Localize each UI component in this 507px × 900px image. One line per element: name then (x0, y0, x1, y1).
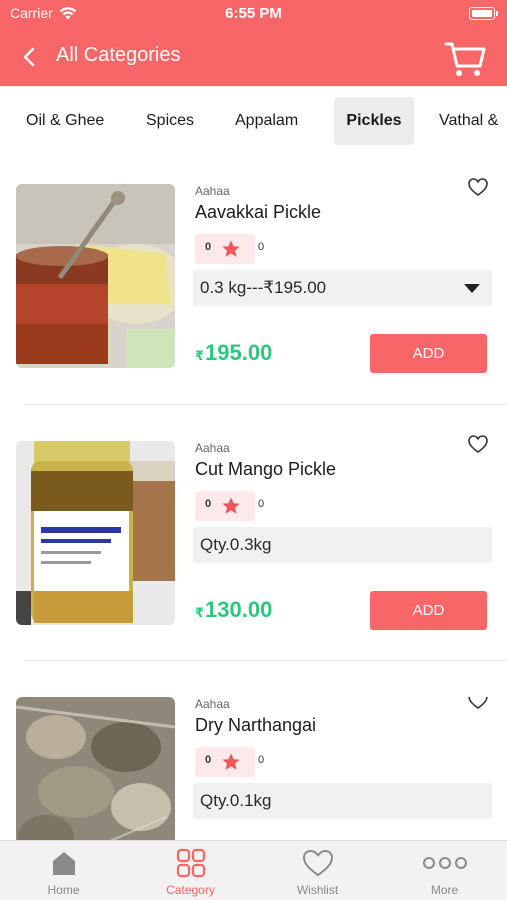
tabbar-wishlist[interactable]: Wishlist (254, 841, 381, 900)
variant-dropdown[interactable]: 0.3 kg---₹195.00 (193, 270, 492, 306)
wishlist-heart-icon[interactable] (467, 176, 489, 198)
review-count: 0 (258, 241, 265, 253)
divider (25, 660, 507, 661)
product-name: Dry Narthangai (195, 715, 317, 735)
quantity-label: Qty.0.3kg (200, 535, 272, 554)
add-to-cart-button[interactable]: ADD (370, 334, 487, 373)
wishlist-heart-icon[interactable] (467, 697, 489, 711)
currency-symbol: ₹ (195, 348, 205, 363)
more-icon (422, 857, 467, 869)
tab-oil-ghee[interactable]: Oil & Ghee (14, 97, 116, 145)
tabbar-category-label: Category (166, 883, 215, 897)
tabbar-home-label: Home (47, 883, 80, 897)
rating-badge: 0 (195, 491, 255, 521)
product-image-aavakkai[interactable] (16, 184, 175, 368)
nav-bar: All Categories (0, 28, 507, 86)
currency-symbol: ₹ (195, 605, 205, 620)
price-value: 130.00 (205, 597, 273, 622)
product-price: ₹130.00 (195, 597, 272, 623)
price-value: 195.00 (205, 340, 273, 365)
battery-icon (469, 7, 498, 20)
divider (25, 404, 507, 405)
product-name: Aavakkai Pickle (195, 202, 322, 222)
heart-icon (302, 849, 333, 877)
star-icon (222, 753, 240, 770)
back-chevron-icon[interactable] (18, 43, 42, 71)
tab-appalam[interactable]: Appalam (223, 97, 310, 145)
tabbar-wishlist-label: Wishlist (296, 883, 339, 897)
star-icon (222, 497, 240, 514)
tab-vathal[interactable]: Vathal & (427, 97, 507, 145)
product-card[interactable]: Aahaa Dry Narthangai 0 0 Qty.0.1kg (0, 697, 507, 840)
star-icon (222, 240, 240, 257)
product-image-dry-narthangai[interactable] (16, 697, 175, 840)
product-card[interactable]: Aahaa Aavakkai Pickle 0 0 0.3 kg---₹195.… (0, 178, 507, 441)
product-name: Cut Mango Pickle (195, 459, 337, 479)
cart-icon[interactable] (443, 36, 487, 80)
rating-value: 0 (205, 754, 212, 766)
grid-icon (176, 848, 205, 878)
product-brand: Aahaa (195, 697, 230, 711)
tab-spices[interactable]: Spices (134, 97, 206, 145)
variant-quantity: Qty.0.1kg (193, 783, 492, 819)
product-image-cut-mango[interactable] (16, 441, 175, 625)
product-price: ₹195.00 (195, 340, 272, 366)
product-brand: Aahaa (195, 184, 230, 198)
variant-quantity: Qty.0.3kg (193, 527, 492, 563)
variant-selected: 0.3 kg---₹195.00 (200, 278, 327, 297)
tabbar-home[interactable]: Home (0, 841, 127, 900)
home-icon (52, 852, 75, 875)
page-title: All Categories (56, 44, 181, 66)
tab-pickles[interactable]: Pickles (334, 97, 414, 145)
category-tabs: Oil & Ghee Spices Appalam Pickles Vathal… (0, 86, 507, 158)
wishlist-heart-icon[interactable] (467, 433, 489, 455)
review-count: 0 (258, 498, 265, 510)
status-bar: Carrier 6:55 PM (0, 0, 507, 28)
rating-value: 0 (205, 241, 212, 253)
caret-down-icon (464, 284, 480, 293)
add-to-cart-button[interactable]: ADD (370, 591, 487, 630)
tabbar-category[interactable]: Category (127, 841, 254, 900)
rating-value: 0 (205, 498, 212, 510)
rating-badge: 0 (195, 234, 255, 264)
review-count: 0 (258, 754, 265, 766)
bottom-tab-bar: Home Category Wishlist More (0, 840, 507, 900)
product-brand: Aahaa (195, 441, 230, 455)
tabbar-more[interactable]: More (381, 841, 507, 900)
tabbar-more-label: More (430, 883, 459, 897)
status-time: 6:55 PM (225, 5, 282, 22)
quantity-label: Qty.0.1kg (200, 791, 272, 810)
rating-badge: 0 (195, 747, 255, 777)
